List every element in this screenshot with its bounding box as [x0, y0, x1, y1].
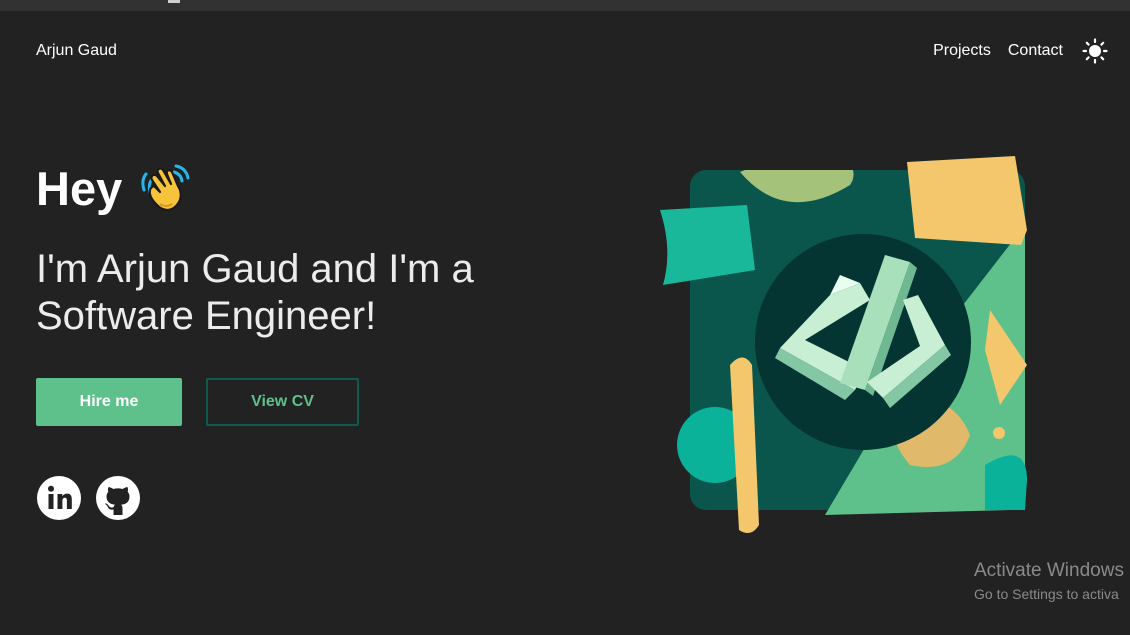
code-illustration	[660, 156, 1027, 534]
sun-icon	[1082, 38, 1108, 64]
watermark-title: Activate Windows	[974, 560, 1124, 581]
watermark-subtitle: Go to Settings to activa	[974, 586, 1119, 602]
theme-toggle-button[interactable]	[1080, 36, 1110, 66]
top-nav: Projects Contact	[933, 36, 1110, 66]
hero-headline: I'm Arjun Gaud and I'm a Software Engine…	[36, 247, 474, 338]
windows-activation-watermark: Activate Windows Go to Settings to activ…	[974, 560, 1124, 602]
hire-me-button[interactable]: Hire me	[36, 378, 182, 426]
view-cv-button[interactable]: View CV	[206, 378, 359, 426]
linkedin-link[interactable]	[36, 475, 82, 521]
hero-greeting: Hey	[36, 160, 194, 216]
site-brand[interactable]: Arjun Gaud	[36, 42, 117, 60]
nav-projects-link[interactable]: Projects	[933, 42, 991, 60]
github-icon	[96, 476, 140, 520]
greeting-text: Hey	[36, 161, 123, 215]
strip-marker	[168, 0, 180, 3]
hero-illustration	[655, 150, 1035, 535]
github-link[interactable]	[95, 475, 141, 521]
waving-hand-icon	[141, 164, 190, 211]
nav-contact-link[interactable]: Contact	[1008, 42, 1063, 60]
linkedin-icon	[37, 476, 81, 520]
browser-top-strip	[0, 0, 1130, 11]
